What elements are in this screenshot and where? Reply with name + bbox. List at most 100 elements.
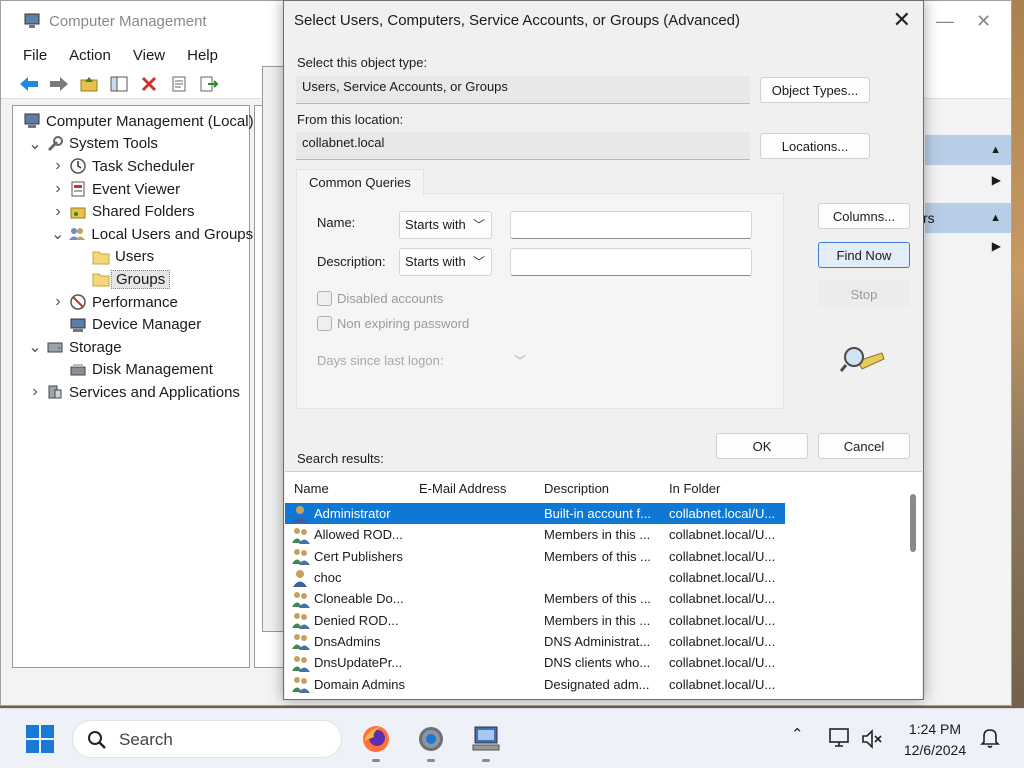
result-name: Allowed ROD... — [314, 527, 403, 543]
cm-minimize-button[interactable]: — — [936, 11, 954, 32]
tree-item-label: Groups — [111, 269, 171, 289]
tree-item-computer-management-local[interactable]: Computer Management (Local) — [13, 110, 254, 133]
column-header-folder[interactable]: In Folder — [669, 481, 720, 496]
tree-item-users[interactable]: Users — [13, 246, 249, 269]
result-folder: collabnet.local/U... — [669, 506, 776, 522]
description-match-select[interactable]: Starts with ﹀ — [399, 248, 492, 276]
days-since-logon-label: Days since last logon: — [317, 353, 444, 368]
expand-right-icon[interactable]: › — [51, 203, 65, 221]
tree-item-performance[interactable]: › Performance — [13, 291, 249, 314]
columns-button[interactable]: Columns... — [818, 203, 910, 229]
collapse-up-icon: ▲ — [990, 144, 1001, 156]
description-input[interactable] — [510, 248, 752, 276]
tree-item-system-tools[interactable]: ⌄ System Tools — [13, 133, 249, 156]
expand-down-icon[interactable]: ⌄ — [51, 224, 64, 244]
tree-item-local-users-and-groups[interactable]: ⌄ Local Users and Groups — [13, 223, 253, 246]
cancel-button[interactable]: Cancel — [818, 433, 910, 459]
stop-button[interactable]: Stop — [818, 281, 910, 307]
description-label: Description: — [317, 254, 386, 269]
storage-icon — [46, 338, 64, 356]
disabled-accounts-checkbox[interactable]: Disabled accounts — [317, 291, 443, 306]
disk-icon — [69, 361, 87, 379]
tree-item-device-manager[interactable]: Device Manager — [13, 313, 249, 336]
collapse-up-icon: ▲ — [990, 212, 1001, 224]
computer-management-taskbar-icon[interactable] — [470, 723, 502, 762]
results-scrollbar[interactable] — [910, 494, 916, 552]
ok-button[interactable]: OK — [716, 433, 808, 459]
name-input[interactable] — [510, 211, 752, 239]
tree-item-services-and-applications[interactable]: › Services and Applications — [13, 381, 249, 404]
tab-common-queries[interactable]: Common Queries — [296, 169, 424, 196]
chevron-down-icon: ﹀ — [472, 255, 485, 269]
tree-item-groups[interactable]: Groups — [13, 268, 249, 291]
dialog-close-icon[interactable]: ✕ — [893, 7, 911, 33]
days-since-logon-dropdown[interactable]: ﹀ — [514, 352, 526, 369]
result-row[interactable]: Domain Admins Designated adm... collabnet.… — [285, 673, 785, 694]
up-folder-icon[interactable] — [77, 72, 101, 96]
column-header-description[interactable]: Description — [544, 481, 609, 496]
network-monitor-icon[interactable] — [828, 727, 852, 749]
non-expiring-password-checkbox[interactable]: Non expiring password — [317, 316, 469, 331]
column-header-name[interactable]: Name — [294, 481, 329, 496]
more-actions-row-2[interactable]: ▶ — [925, 239, 1011, 259]
back-arrow-icon[interactable] — [17, 72, 41, 96]
properties-icon[interactable] — [167, 72, 191, 96]
expand-down-icon[interactable]: ⌄ — [28, 134, 42, 154]
submenu-arrow-icon: ▶ — [991, 173, 1001, 187]
event-viewer-icon — [69, 180, 87, 198]
export-list-icon[interactable] — [197, 72, 221, 96]
firefox-icon[interactable] — [360, 723, 392, 762]
column-header-email[interactable]: E-Mail Address — [419, 481, 506, 496]
more-actions-row[interactable]: ▶ — [925, 173, 1011, 193]
result-row[interactable]: Allowed ROD... Members in this ... collabn… — [285, 524, 785, 545]
expand-right-icon[interactable]: › — [51, 180, 65, 198]
tree-item-event-viewer[interactable]: › Event Viewer — [13, 178, 249, 201]
running-indicator — [482, 759, 490, 762]
expand-right-icon[interactable]: › — [51, 293, 65, 311]
object-type-field: Users, Service Accounts, or Groups — [296, 76, 750, 104]
find-now-button[interactable]: Find Now — [818, 242, 910, 268]
tree-item-disk-management[interactable]: Disk Management — [13, 359, 249, 382]
result-description: DNS clients who... — [544, 655, 651, 671]
menu-help[interactable]: Help — [176, 47, 229, 64]
result-row[interactable]: Denied ROD... Members in this ... collabne… — [285, 610, 785, 631]
group-icon — [291, 547, 311, 566]
result-row[interactable]: DnsAdmins DNS Administrat... collabnet.loc… — [285, 631, 785, 652]
tree-item-shared-folders[interactable]: › Shared Folders — [13, 200, 249, 223]
menu-action[interactable]: Action — [58, 47, 122, 64]
settings-gear-icon[interactable] — [415, 723, 447, 762]
result-row[interactable]: Administrator Built-in account f... collab… — [285, 503, 785, 525]
result-row[interactable]: Cert Publishers Members of this ... collab… — [285, 546, 785, 567]
taskbar-search-box[interactable]: Search — [72, 720, 342, 758]
menu-file[interactable]: File — [1, 47, 58, 64]
tree-item-label: Shared Folders — [92, 203, 195, 221]
menu-view[interactable]: View — [122, 47, 176, 64]
forward-arrow-icon[interactable] — [47, 72, 71, 96]
result-folder: collabnet.local/U... — [669, 591, 776, 607]
expand-right-icon[interactable]: › — [51, 157, 65, 175]
dialog-title: Select Users, Computers, Service Account… — [294, 12, 741, 29]
tree-item-storage[interactable]: ⌄ Storage — [13, 336, 249, 359]
actions-header-selected[interactable]: rs ▲ — [923, 203, 1011, 233]
tree-item-label: Device Manager — [92, 316, 202, 334]
tree-item-task-scheduler[interactable]: › Task Scheduler — [13, 155, 249, 178]
delete-icon[interactable] — [137, 72, 161, 96]
actions-header-groups[interactable]: ▲ — [925, 135, 1011, 165]
expand-right-icon[interactable]: › — [28, 383, 42, 401]
locations-button[interactable]: Locations... — [760, 133, 870, 159]
name-match-select[interactable]: Starts with ﹀ — [399, 211, 492, 239]
search-results-list[interactable]: Name E-Mail Address Description In Folde… — [285, 471, 922, 699]
cm-close-button[interactable]: ✕ — [976, 11, 991, 32]
result-row[interactable]: Cloneable Do... Members of this ... collab… — [285, 588, 785, 609]
result-row[interactable]: choc collabnet.local/U... — [285, 567, 785, 588]
chevron-up-icon[interactable]: ⌃ — [791, 725, 804, 743]
expand-down-icon[interactable]: ⌄ — [28, 337, 42, 357]
show-hide-tree-icon[interactable] — [107, 72, 131, 96]
notification-bell-icon[interactable] — [980, 727, 1000, 749]
windows-start-icon[interactable] — [26, 725, 54, 753]
taskbar-clock[interactable]: 1:24 PM 12/6/2024 — [896, 719, 974, 761]
volume-muted-icon[interactable] — [860, 728, 884, 750]
result-description: Members of this ... — [544, 591, 651, 607]
result-row[interactable]: DnsUpdatePr... DNS clients who... collabne… — [285, 652, 785, 673]
object-types-button[interactable]: Object Types... — [760, 77, 870, 103]
